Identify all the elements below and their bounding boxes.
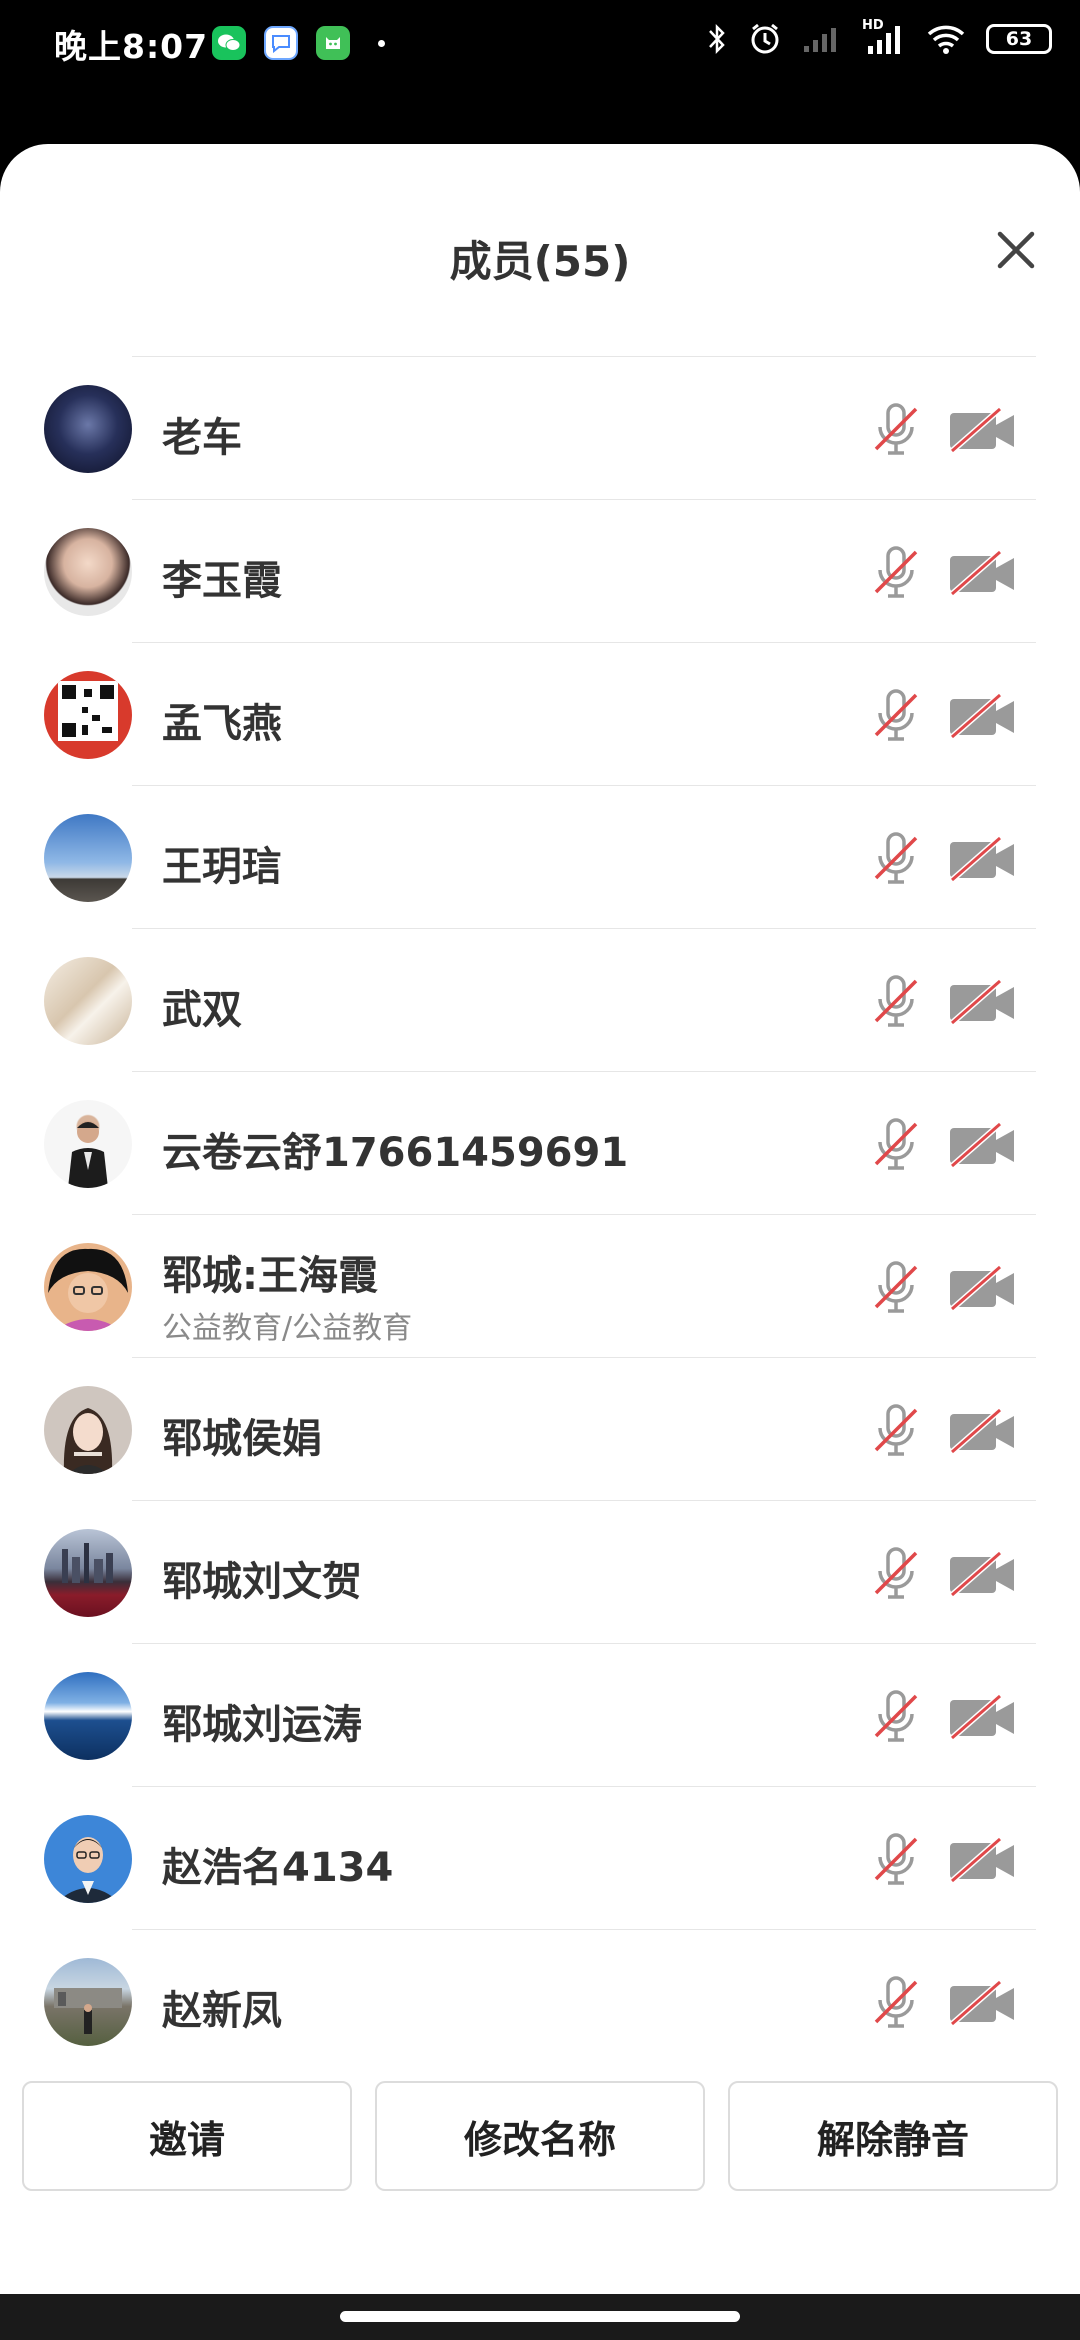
avatar [44, 1672, 132, 1760]
camera-off-icon[interactable] [948, 405, 1018, 455]
status-indicators: HD 63 [706, 18, 1052, 56]
battery-level: 63 [1005, 28, 1033, 50]
camera-off-icon[interactable] [948, 548, 1018, 598]
member-list[interactable]: 老车 李玉霞 孟飞燕 王玥琂 武双 云卷云舒17661459691 郓城:王海霞… [0, 357, 1080, 2187]
camera-off-icon[interactable] [948, 1835, 1018, 1885]
mic-muted-icon[interactable] [870, 1545, 922, 1601]
member-row[interactable]: 郓城刘文贺 [0, 1501, 1080, 1644]
status-app-icons [212, 26, 350, 60]
members-sheet: 成员(55) 老车 李玉霞 孟飞燕 王玥琂 武双 云卷云舒17661459691… [0, 144, 1080, 2294]
status-time: 晚上8:07 [54, 27, 209, 66]
member-name: 孟飞燕 [162, 701, 282, 747]
member-row[interactable]: 王玥琂 [0, 786, 1080, 929]
member-row[interactable]: 赵浩名4134 [0, 1787, 1080, 1930]
member-row[interactable]: 孟飞燕 [0, 643, 1080, 786]
mic-muted-icon[interactable] [870, 401, 922, 457]
member-row[interactable]: 老车 [0, 357, 1080, 500]
camera-off-icon[interactable] [948, 1263, 1018, 1313]
home-indicator[interactable] [340, 2311, 740, 2322]
camera-off-icon[interactable] [948, 834, 1018, 884]
notification-dot [378, 40, 385, 47]
avatar [44, 814, 132, 902]
bluetooth-icon [709, 23, 725, 55]
member-name: 云卷云舒17661459691 [162, 1130, 629, 1176]
sheet-title: 成员(55) [449, 237, 631, 286]
member-row[interactable]: 李玉霞 [0, 500, 1080, 643]
member-name: 老车 [162, 415, 242, 461]
battery-icon: 63 [986, 24, 1052, 54]
mic-muted-icon[interactable] [870, 687, 922, 743]
mic-muted-icon[interactable] [870, 1116, 922, 1172]
member-name: 郓城:王海霞 [162, 1253, 378, 1299]
cat-app-icon [316, 26, 350, 60]
camera-off-icon[interactable] [948, 1120, 1018, 1170]
signal-hd-icon: HD [862, 18, 906, 56]
alarm-icon [751, 23, 779, 54]
member-name: 王玥琂 [162, 844, 282, 890]
signal-weak-icon [804, 28, 836, 52]
member-name: 李玉霞 [162, 558, 282, 604]
wifi-icon [927, 25, 965, 54]
member-row[interactable]: 云卷云舒17661459691 [0, 1072, 1080, 1215]
mic-muted-icon[interactable] [870, 1259, 922, 1315]
mic-muted-icon[interactable] [870, 830, 922, 886]
mic-muted-icon[interactable] [870, 1688, 922, 1744]
member-name: 武双 [162, 987, 242, 1033]
unmute-all-button[interactable]: 解除静音 [728, 2081, 1058, 2191]
camera-off-icon[interactable] [948, 977, 1018, 1027]
wechat-icon [212, 26, 246, 60]
camera-off-icon[interactable] [948, 691, 1018, 741]
mic-muted-icon[interactable] [870, 1402, 922, 1458]
member-name: 郓城侯娟 [162, 1416, 322, 1462]
invite-button[interactable]: 邀请 [22, 2081, 352, 2191]
mic-muted-icon[interactable] [870, 973, 922, 1029]
avatar [44, 671, 132, 759]
chat-app-icon [264, 26, 298, 60]
close-button[interactable] [988, 222, 1044, 278]
avatar [44, 1958, 132, 2046]
close-icon [997, 231, 1035, 269]
avatar [44, 1529, 132, 1617]
camera-off-icon[interactable] [948, 1692, 1018, 1742]
member-row[interactable]: 赵新凤 [0, 1930, 1080, 2073]
navigation-bar [0, 2294, 1080, 2340]
member-name: 赵浩名4134 [162, 1845, 394, 1891]
avatar [44, 1386, 132, 1474]
member-row[interactable]: 郓城侯娟 [0, 1358, 1080, 1501]
action-bar: 邀请 修改名称 解除静音 [0, 2081, 1080, 2191]
mic-muted-icon[interactable] [870, 544, 922, 600]
avatar [44, 385, 132, 473]
mic-muted-icon[interactable] [870, 1831, 922, 1887]
member-name: 赵新凤 [162, 1988, 282, 2034]
avatar [44, 1815, 132, 1903]
avatar [44, 1100, 132, 1188]
camera-off-icon[interactable] [948, 1549, 1018, 1599]
camera-off-icon[interactable] [948, 1406, 1018, 1456]
member-name: 郓城刘文贺 [162, 1559, 362, 1605]
member-subtitle: 公益教育/公益教育 [162, 1311, 413, 1346]
mic-muted-icon[interactable] [870, 1974, 922, 2030]
avatar [44, 957, 132, 1045]
camera-off-icon[interactable] [948, 1978, 1018, 2028]
status-bar: 晚上8:07 HD 63 [0, 0, 1080, 90]
rename-button[interactable]: 修改名称 [375, 2081, 705, 2191]
member-row[interactable]: 武双 [0, 929, 1080, 1072]
avatar [44, 1243, 132, 1331]
member-name: 郓城刘运涛 [162, 1702, 362, 1748]
avatar [44, 528, 132, 616]
member-row[interactable]: 郓城:王海霞 公益教育/公益教育 [0, 1215, 1080, 1358]
member-row[interactable]: 郓城刘运涛 [0, 1644, 1080, 1787]
